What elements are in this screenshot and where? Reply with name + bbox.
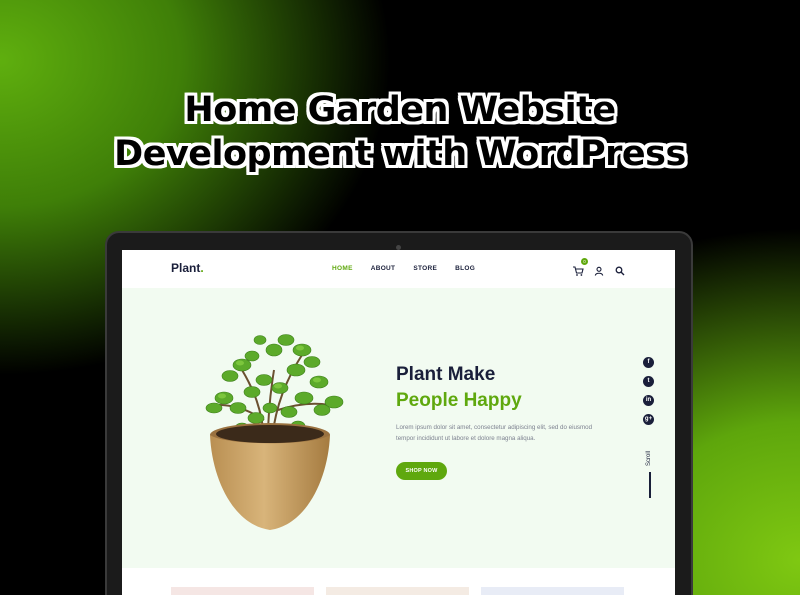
headline-line-1: Home Garden Website [184,90,616,130]
nav-item-about[interactable]: ABOUT [371,265,396,272]
site-header: Plant. HOME ABOUT STORE BLOG 0 [122,250,675,288]
plant-pot-image [205,334,344,530]
googleplus-icon[interactable]: g+ [643,414,654,425]
header-icons: 0 [572,258,635,276]
search-icon[interactable] [614,262,626,276]
nav-item-store[interactable]: STORE [413,265,437,272]
social-links: f t in g+ [643,357,654,433]
main-menu: HOME ABOUT STORE BLOG [332,265,493,272]
shop-now-button[interactable]: SHOP NOW [396,462,447,480]
category-card[interactable] [171,587,314,595]
headline-line-2: Development with WordPress [114,134,686,174]
user-icon[interactable] [593,262,605,276]
hero-title-line-2: People Happy [396,390,522,411]
hero-title-line-1: Plant Make [396,364,496,385]
nav-item-home[interactable]: HOME [332,265,353,272]
linkedin-icon[interactable]: in [643,395,654,406]
facebook-icon[interactable]: f [643,357,654,368]
scroll-label: Scroll [646,450,652,466]
website-screen: Plant. HOME ABOUT STORE BLOG 0 Plant Mak… [122,250,675,595]
category-card[interactable] [481,587,624,595]
nav-item-blog[interactable]: BLOG [455,265,475,272]
page-headline: Home Garden Website Development with Wor… [0,88,800,176]
hero-title: Plant Make People Happy [396,362,522,414]
cart-icon[interactable]: 0 [572,258,588,276]
category-card[interactable] [326,587,469,595]
hero-description: Lorem ipsum dolor sit amet, consectetur … [396,424,593,442]
scroll-indicator[interactable] [649,472,651,498]
site-logo[interactable]: Plant. [171,261,204,275]
twitter-icon[interactable]: t [643,376,654,387]
cart-count-badge: 0 [581,258,588,265]
